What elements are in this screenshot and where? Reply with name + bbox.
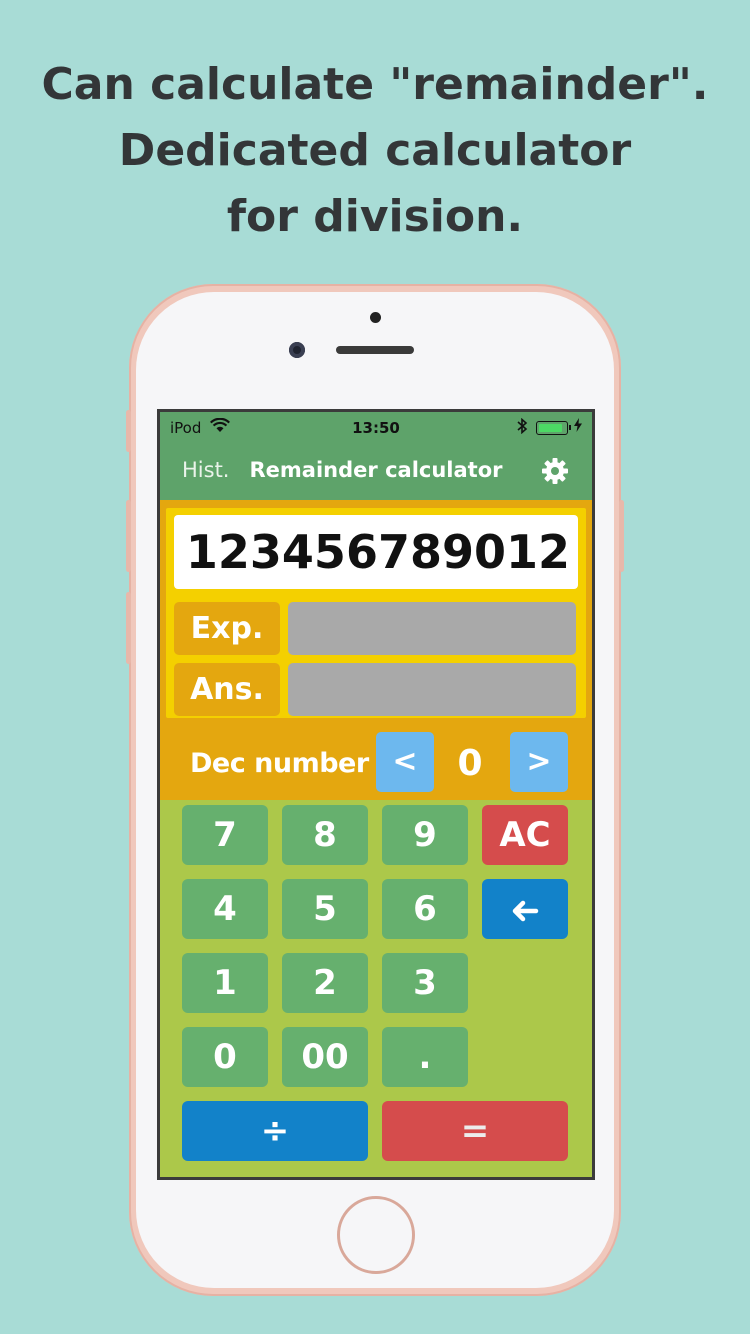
key-decimal-point[interactable]: . — [382, 1027, 468, 1087]
decimal-places-label: Dec number — [190, 748, 369, 779]
charging-icon — [574, 418, 582, 436]
display-area: 123456789012 Exp. Ans. Dec number < 0 > — [160, 500, 592, 800]
volume-up-button — [126, 500, 131, 572]
key-2[interactable]: 2 — [282, 953, 368, 1013]
phone-screen: iPod 13:50 Hist. Remainder calculator 12… — [157, 409, 595, 1180]
answer-label: Ans. — [174, 663, 280, 716]
key-9[interactable]: 9 — [382, 805, 468, 865]
backspace-button[interactable] — [482, 879, 568, 939]
equals-button[interactable]: = — [382, 1101, 568, 1161]
key-1[interactable]: 1 — [182, 953, 268, 1013]
divide-button[interactable]: ÷ — [182, 1101, 368, 1161]
headline-line-2: Dedicated calculator — [118, 125, 632, 176]
main-display: 123456789012 — [174, 515, 578, 589]
arrow-left-icon — [512, 900, 539, 921]
power-button — [619, 500, 624, 572]
gear-icon[interactable] — [540, 456, 570, 486]
volume-down-button — [126, 592, 131, 664]
battery-icon — [536, 421, 568, 435]
front-camera — [289, 342, 305, 358]
key-0[interactable]: 0 — [182, 1027, 268, 1087]
key-6[interactable]: 6 — [382, 879, 468, 939]
headline: Can calculate "remainder". Dedicated cal… — [0, 52, 750, 250]
app-screen: iPod 13:50 Hist. Remainder calculator 12… — [160, 412, 592, 1177]
navigation-bar: iPod 13:50 Hist. Remainder calculator — [160, 412, 592, 500]
key-7[interactable]: 7 — [182, 805, 268, 865]
decimal-increase-button[interactable]: > — [510, 732, 568, 792]
decimal-places-value: 0 — [457, 743, 483, 784]
status-bar: iPod 13:50 — [160, 412, 592, 442]
clear-button[interactable]: AC — [482, 805, 568, 865]
key-3[interactable]: 3 — [382, 953, 468, 1013]
mute-switch — [126, 410, 131, 452]
bluetooth-icon — [516, 417, 528, 438]
display-panel: 123456789012 Exp. Ans. — [166, 508, 586, 718]
headline-line-3: for division. — [226, 191, 524, 242]
home-button[interactable] — [337, 1196, 415, 1274]
battery-nub — [569, 425, 571, 430]
expression-label: Exp. — [174, 602, 280, 655]
key-8[interactable]: 8 — [282, 805, 368, 865]
key-00[interactable]: 00 — [282, 1027, 368, 1087]
page-title: Remainder calculator — [249, 458, 503, 482]
keypad: 7 8 9 AC 4 5 6 1 2 3 0 00 . ÷ = — [160, 800, 592, 1177]
decimal-decrease-button[interactable]: < — [376, 732, 434, 792]
key-4[interactable]: 4 — [182, 879, 268, 939]
expression-field — [288, 602, 576, 655]
sensor-dot — [370, 312, 381, 323]
answer-field — [288, 663, 576, 716]
key-5[interactable]: 5 — [282, 879, 368, 939]
headline-line-1: Can calculate "remainder". — [41, 59, 709, 110]
earpiece-speaker — [336, 346, 414, 354]
battery-level — [539, 424, 562, 432]
